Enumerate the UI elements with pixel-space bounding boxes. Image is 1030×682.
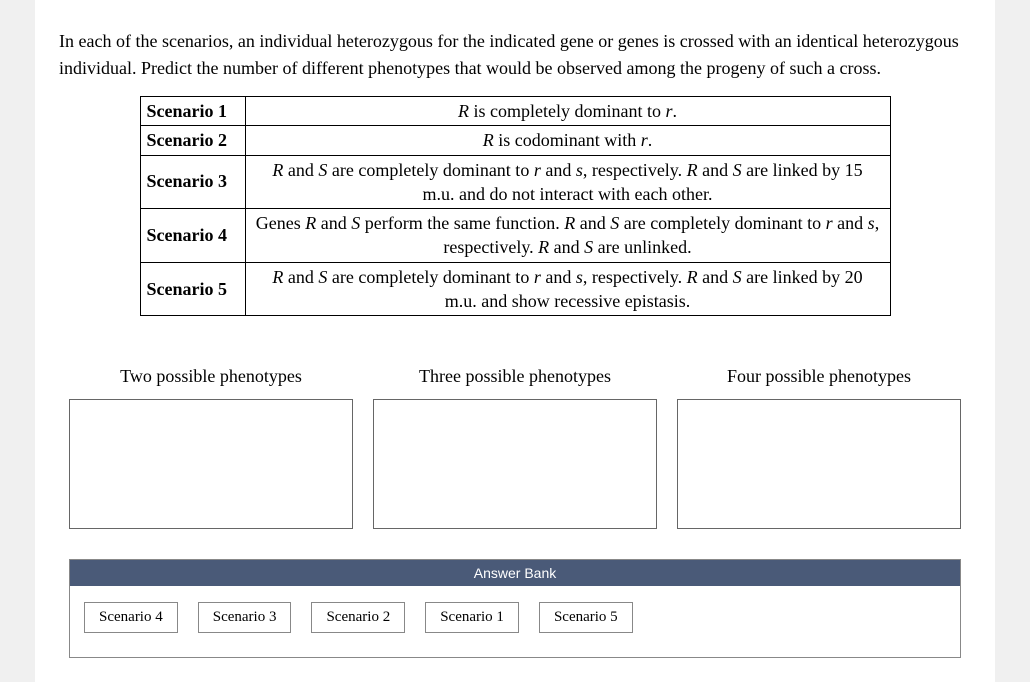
answer-chip[interactable]: Scenario 2 xyxy=(311,602,405,633)
drop-zone-row: Two possible phenotypes Three possible p… xyxy=(59,366,971,529)
scenario3-desc: R and S are completely dominant to r and… xyxy=(245,155,890,209)
scenario-table: Scenario 1 R is completely dominant to r… xyxy=(140,96,891,316)
answer-bank-header: Answer Bank xyxy=(70,560,960,586)
answer-chip[interactable]: Scenario 3 xyxy=(198,602,292,633)
table-row: Scenario 4 Genes R and S perform the sam… xyxy=(140,209,890,263)
drop-zone-four[interactable] xyxy=(677,399,961,529)
scenario4-desc: Genes R and S perform the same function.… xyxy=(245,209,890,263)
table-row: Scenario 5 R and S are completely domina… xyxy=(140,262,890,316)
drop-title-four: Four possible phenotypes xyxy=(727,366,911,387)
scenario5-desc: R and S are completely dominant to r and… xyxy=(245,262,890,316)
scenario1-desc: R is completely dominant to r. xyxy=(245,97,890,126)
drop-title-three: Three possible phenotypes xyxy=(419,366,611,387)
scenario2-desc: R is codominant with r. xyxy=(245,126,890,155)
answer-chip[interactable]: Scenario 5 xyxy=(539,602,633,633)
table-row: Scenario 1 R is completely dominant to r… xyxy=(140,97,890,126)
scenario3-label: Scenario 3 xyxy=(140,155,245,209)
drop-zone-three[interactable] xyxy=(373,399,657,529)
drop-zone-two[interactable] xyxy=(69,399,353,529)
question-text: In each of the scenarios, an individual … xyxy=(59,28,971,82)
answer-chip[interactable]: Scenario 1 xyxy=(425,602,519,633)
scenario2-label: Scenario 2 xyxy=(140,126,245,155)
table-row: Scenario 2 R is codominant with r. xyxy=(140,126,890,155)
scenario4-label: Scenario 4 xyxy=(140,209,245,263)
drop-col-three: Three possible phenotypes xyxy=(373,366,657,529)
table-row: Scenario 3 R and S are completely domina… xyxy=(140,155,890,209)
drop-col-two: Two possible phenotypes xyxy=(69,366,353,529)
scenario1-label: Scenario 1 xyxy=(140,97,245,126)
question-page: In each of the scenarios, an individual … xyxy=(35,0,995,682)
answer-bank-body: Scenario 4 Scenario 3 Scenario 2 Scenari… xyxy=(70,586,960,657)
drop-title-two: Two possible phenotypes xyxy=(120,366,302,387)
scenario5-label: Scenario 5 xyxy=(140,262,245,316)
drop-col-four: Four possible phenotypes xyxy=(677,366,961,529)
answer-bank: Answer Bank Scenario 4 Scenario 3 Scenar… xyxy=(69,559,961,658)
answer-chip[interactable]: Scenario 4 xyxy=(84,602,178,633)
